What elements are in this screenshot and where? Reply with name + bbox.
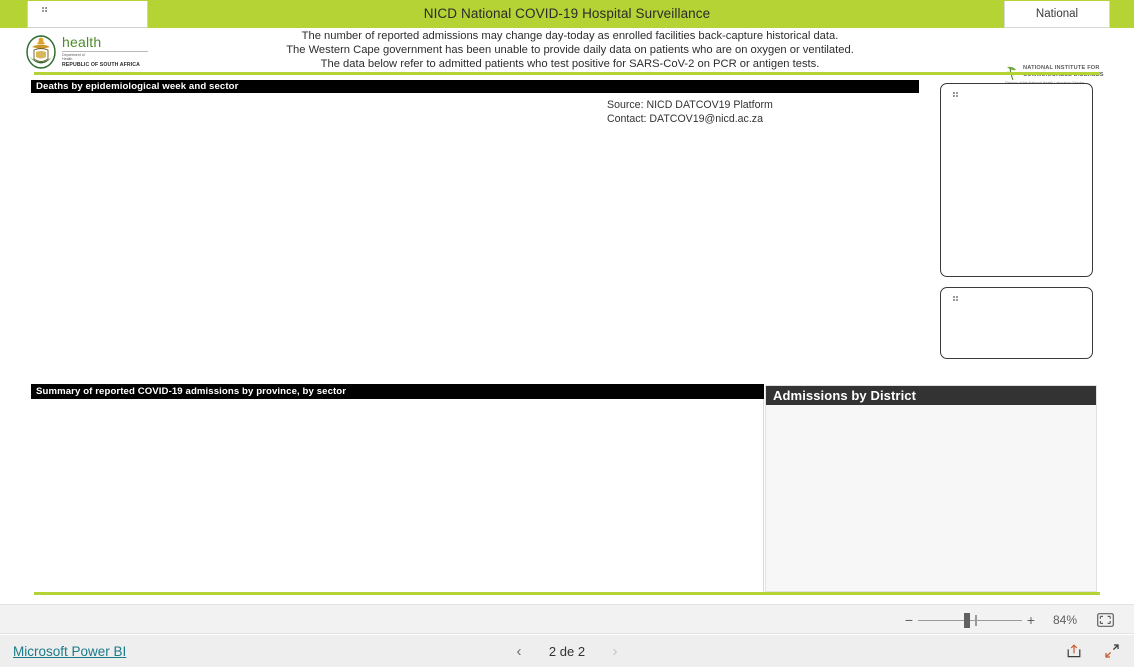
report-note-1: The number of reported admissions may ch…	[301, 30, 839, 42]
fullscreen-icon	[1105, 644, 1119, 658]
slicer-national[interactable]: National	[1004, 1, 1110, 28]
department-line: Department of Health	[62, 53, 85, 62]
zoom-percentage-label: 84%	[1052, 613, 1078, 627]
sa-department-of-health-logo: health Department of Health REPUBLIC OF …	[24, 32, 150, 70]
footer-divider-rule	[34, 592, 1100, 595]
report-title: NICD National COVID-19 Hospital Surveill…	[423, 6, 711, 21]
slicer-national-label: National	[1035, 8, 1079, 20]
logo-divider	[62, 51, 148, 52]
report-note-3: The data below refer to admitted patient…	[320, 58, 820, 71]
visual-admissions-by-district[interactable]: Admissions by District	[765, 385, 1097, 592]
zoom-in-button[interactable]: +	[1022, 609, 1040, 631]
contact-line: Contact: DATCOV19@nicd.ac.za	[607, 113, 763, 125]
fullscreen-button[interactable]	[1102, 641, 1122, 661]
zoom-slider[interactable]	[918, 609, 1022, 631]
source-contact-block: Source: NICD DATCOV19 Platform Contact: …	[607, 98, 867, 126]
zoom-slider-rail	[918, 619, 1022, 621]
share-button[interactable]	[1064, 641, 1084, 661]
viewer-footer: Microsoft Power BI ‹ 2 de 2 ›	[0, 635, 1134, 667]
power-bi-report-viewer: NICD National COVID-19 Hospital Surveill…	[0, 0, 1134, 667]
previous-page-button[interactable]: ‹	[511, 644, 527, 659]
page-navigation: ‹ 2 de 2 ›	[0, 635, 1134, 667]
visual-district-title: Admissions by District	[766, 386, 1096, 405]
visual-province-summary-title: Summary of reported COVID-19 admissions …	[31, 384, 764, 399]
report-note-2: The Western Cape government has been una…	[286, 44, 854, 57]
page-indicator-label: 2 de 2	[548, 643, 586, 659]
visual-placeholder-icon	[953, 296, 958, 301]
report-header-area: health Department of Health REPUBLIC OF …	[0, 28, 1134, 85]
card-visual-bottom[interactable]	[940, 287, 1093, 359]
zoom-slider-tick	[975, 615, 977, 626]
zoom-out-button[interactable]: −	[900, 609, 918, 631]
card-visual-top[interactable]	[940, 83, 1093, 277]
nicd-line-1: NATIONAL INSTITUTE FOR	[1023, 65, 1100, 71]
share-icon	[1067, 644, 1081, 658]
republic-line: REPUBLIC OF SOUTH AFRICA	[62, 62, 141, 68]
next-page-button[interactable]: ›	[607, 644, 623, 659]
report-canvas: NICD National COVID-19 Hospital Surveill…	[0, 0, 1134, 604]
source-line: Source: NICD DATCOV19 Platform	[607, 99, 773, 111]
corner-slicer-visual[interactable]	[27, 1, 148, 28]
zoom-controls: − + 84%	[900, 605, 1120, 635]
visual-province-summary[interactable]: Summary of reported COVID-19 admissions …	[31, 384, 764, 592]
zoom-toolbar: − + 84%	[0, 604, 1134, 634]
header-divider-rule	[34, 72, 1100, 75]
visual-deaths-title: Deaths by epidemiological week and secto…	[31, 80, 919, 93]
visual-placeholder-icon	[953, 92, 958, 97]
report-notes: The number of reported admissions may ch…	[200, 29, 940, 72]
visual-placeholder-icon	[42, 7, 47, 12]
health-wordmark: health	[62, 34, 102, 50]
south-africa-coat-of-arms-icon	[26, 35, 56, 69]
zoom-slider-thumb[interactable]	[964, 613, 970, 628]
fit-to-page-button[interactable]	[1090, 609, 1120, 631]
report-title-band: NICD National COVID-19 Hospital Surveill…	[0, 0, 1134, 28]
footer-actions	[1064, 635, 1122, 667]
fit-to-page-icon	[1096, 613, 1114, 627]
